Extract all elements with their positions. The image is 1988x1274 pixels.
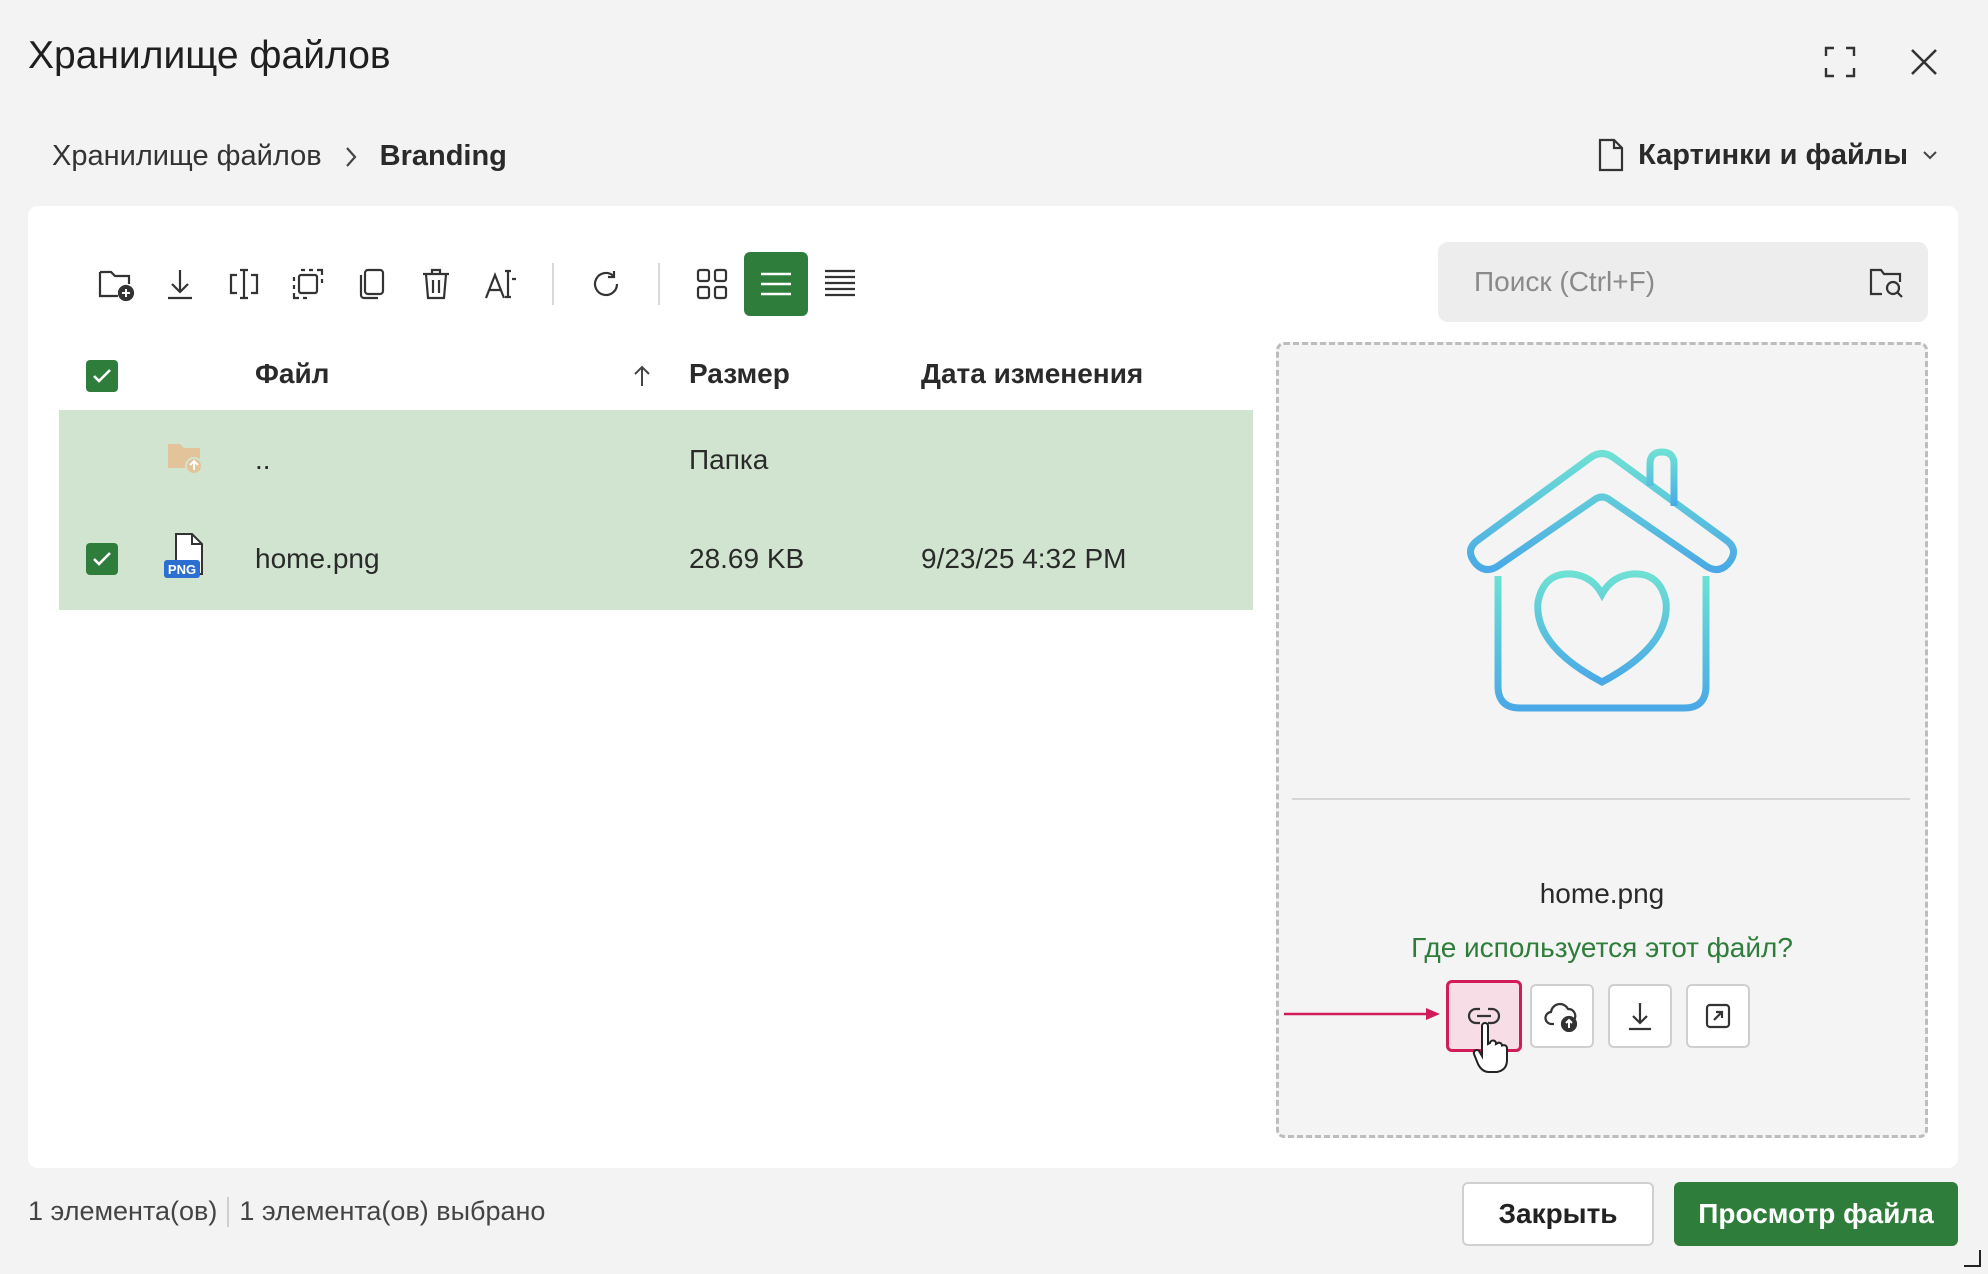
select-all-button[interactable] <box>276 252 340 316</box>
open-external-icon <box>1704 1002 1732 1030</box>
file-name: .. <box>255 444 271 475</box>
folder-up-icon <box>166 440 204 474</box>
item-count: 1 элемента(ов) <box>28 1196 218 1226</box>
text-format-icon[interactable] <box>468 252 532 316</box>
dialog-title: Хранилище файлов <box>28 34 391 77</box>
file-size: 28.69 KB <box>689 543 805 574</box>
file-size: Папка <box>689 444 769 475</box>
status-bar: 1 элемента(ов) 1 элемента(ов) выбрано <box>28 1196 545 1227</box>
table-row[interactable] <box>59 410 1253 510</box>
view-file-button[interactable]: Просмотр файла <box>1674 1182 1958 1246</box>
file-type-dropdown[interactable]: Картинки и файлы <box>1598 138 1938 172</box>
status-divider <box>227 1196 230 1227</box>
row-checkbox[interactable] <box>86 543 118 575</box>
breadcrumb: Хранилище файлов Branding <box>52 140 507 173</box>
column-header-file[interactable]: Файл <box>255 358 329 390</box>
search-input[interactable] <box>1474 266 1868 298</box>
toolbar-divider <box>658 263 660 305</box>
annotation-arrow <box>1282 1006 1442 1022</box>
close-button[interactable]: Закрыть <box>1462 1182 1654 1246</box>
trash-icon[interactable] <box>404 252 468 316</box>
column-header-modified[interactable]: Дата изменения <box>921 358 1143 390</box>
fullscreen-icon[interactable] <box>1818 40 1862 84</box>
home-image-preview <box>1462 446 1742 716</box>
refresh-icon[interactable] <box>574 252 638 316</box>
preview-filename: home.png <box>1539 878 1665 909</box>
png-badge: PNG <box>164 560 200 578</box>
download-icon <box>1626 1000 1654 1032</box>
toolbar-divider <box>552 263 554 305</box>
search-box <box>1438 242 1928 322</box>
preview-divider <box>1292 798 1910 800</box>
chevron-right-icon <box>344 146 358 168</box>
select-all-checkbox[interactable] <box>86 360 118 392</box>
upload-cloud-button[interactable] <box>1530 984 1594 1048</box>
file-icon <box>1598 138 1624 172</box>
close-icon[interactable] <box>1902 40 1946 84</box>
open-external-button[interactable] <box>1686 984 1750 1048</box>
rename-button[interactable] <box>212 252 276 316</box>
download-file-button[interactable] <box>1608 984 1672 1048</box>
new-folder-button[interactable] <box>84 252 148 316</box>
chevron-down-icon <box>1922 150 1938 160</box>
hand-cursor-icon <box>1472 1020 1508 1074</box>
file-usage-link[interactable]: Где используется этот файл? <box>1276 932 1928 964</box>
grid-view-icon[interactable] <box>680 252 744 316</box>
compact-list-view-icon[interactable] <box>808 252 872 316</box>
sort-asc-icon[interactable] <box>632 364 652 388</box>
resize-handle-icon[interactable] <box>1962 1248 1982 1268</box>
file-modified: 9/23/25 4:32 PM <box>921 543 1127 574</box>
list-view-icon[interactable] <box>744 252 808 316</box>
search-folder-icon[interactable] <box>1868 266 1904 298</box>
copy-button[interactable] <box>340 252 404 316</box>
cloud-upload-icon <box>1544 1000 1580 1032</box>
download-button[interactable] <box>148 252 212 316</box>
toolbar <box>84 252 872 316</box>
breadcrumb-current: Branding <box>379 140 507 172</box>
selected-count: 1 элемента(ов) выбрано <box>239 1196 546 1226</box>
column-header-size[interactable]: Размер <box>689 358 790 390</box>
file-type-label: Картинки и файлы <box>1638 138 1908 171</box>
file-name: home.png <box>255 543 380 574</box>
breadcrumb-root[interactable]: Хранилище файлов <box>52 140 322 173</box>
